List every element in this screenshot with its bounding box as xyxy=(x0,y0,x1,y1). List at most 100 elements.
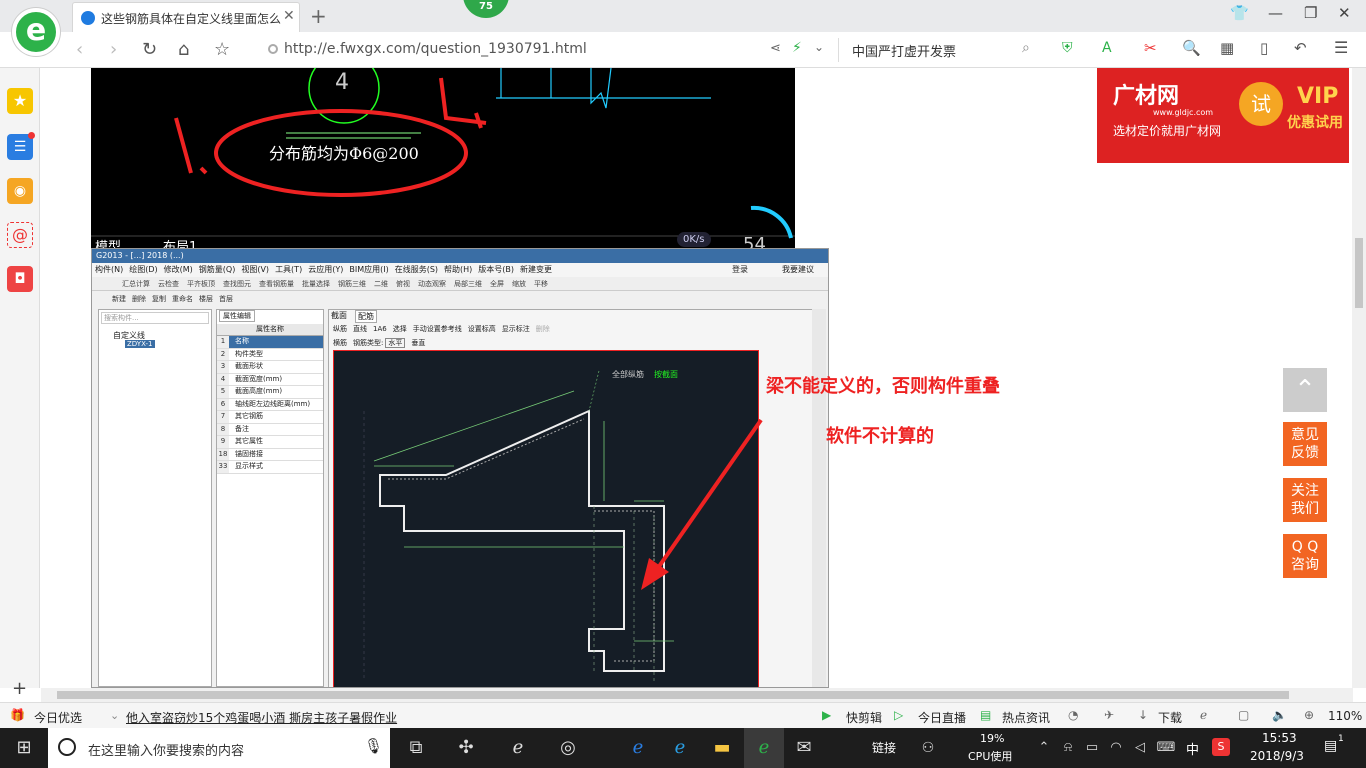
news-headline[interactable]: 他入室盗窃炒15个鸡蛋喝小酒 撕房主孩子暑假作业 xyxy=(126,709,397,726)
cad-tool[interactable]: 删除 xyxy=(536,325,550,333)
cad-menu-item[interactable]: 新建变更 xyxy=(520,265,552,274)
swirl-icon[interactable]: ◎ xyxy=(556,736,580,760)
speed-icon[interactable]: ◔ xyxy=(1068,708,1078,722)
translate-icon[interactable]: A xyxy=(1102,40,1112,56)
cad-prop-row[interactable]: 4 截面宽度(mm) xyxy=(217,373,323,386)
bell-icon[interactable]: ⍾ xyxy=(1056,736,1080,760)
scroll-thumb[interactable] xyxy=(1355,238,1363,308)
cad-tool[interactable]: 横筋 xyxy=(333,339,347,347)
close-tab-icon[interactable]: ✕ xyxy=(283,8,295,24)
chevron-down-icon[interactable]: ⌄ xyxy=(814,40,824,54)
cad-tool[interactable]: 查看钢筋量 xyxy=(259,280,294,288)
cad-tool[interactable]: 二维 xyxy=(374,280,388,288)
cad-menu-item[interactable]: 视图(V) xyxy=(241,265,269,274)
cad-menu-item[interactable]: 钢筋量(Q) xyxy=(199,265,236,274)
cad-menu-item[interactable]: 修改(M) xyxy=(164,265,193,274)
scroll-thumb[interactable] xyxy=(57,691,1289,699)
cad-prop-row[interactable]: 2 构件类型 xyxy=(217,348,323,361)
zoom-level[interactable]: 110% xyxy=(1328,709,1362,723)
cad-tool[interactable]: 纵筋 xyxy=(333,325,347,333)
email-icon[interactable]: @ xyxy=(7,222,33,248)
lightning-icon[interactable]: ⚡ xyxy=(792,40,802,56)
back-to-top-icon[interactable]: ⌃ xyxy=(1283,368,1327,412)
cad-menu-item[interactable]: 版本号(B) xyxy=(478,265,514,274)
zoom-icon[interactable]: ⊕ xyxy=(1304,708,1314,722)
ie-icon[interactable]: ℯ xyxy=(1200,708,1207,722)
cad-tool[interactable]: 重命名 xyxy=(172,295,193,303)
cad-prop-row[interactable]: 1 名称 xyxy=(217,336,323,349)
cad-tool[interactable]: 直线 xyxy=(353,325,367,333)
ad-banner[interactable]: 广材网 www.gldjc.com 选材定价就用广材网 试 VIP 优惠试用 xyxy=(1097,68,1349,163)
cad-prop-row[interactable]: 9 其它属性 xyxy=(217,436,323,449)
people-icon[interactable]: ⚇ xyxy=(916,736,940,760)
battery-icon[interactable]: ▭ xyxy=(1080,736,1104,760)
cad-tool[interactable]: 设置标高 xyxy=(468,325,496,333)
today-picks[interactable]: 今日优选 xyxy=(34,709,82,726)
search-input[interactable]: 中国严打虚开发票 ⌕ xyxy=(846,38,1042,62)
cad-tool[interactable]: 楼层 xyxy=(199,295,213,303)
shirt-icon[interactable]: 👕 xyxy=(1230,4,1249,22)
cad-tool[interactable]: 缩放 xyxy=(512,280,526,288)
cad-tool[interactable]: 查找图元 xyxy=(223,280,251,288)
search-icon[interactable]: ⌕ xyxy=(1022,40,1030,56)
browser-tab[interactable]: 这些钢筋具体在自定义线里面怎么 ✕ xyxy=(72,2,300,32)
model-tab[interactable]: 模型 xyxy=(95,236,121,248)
apps-icon[interactable]: ▦ xyxy=(1220,39,1234,57)
qq-button[interactable]: Q Q 咨询 xyxy=(1283,534,1327,578)
tablet-icon[interactable]: ▯ xyxy=(1260,39,1268,57)
cad-tool[interactable]: 汇总计算 xyxy=(122,280,150,288)
cad-tool[interactable]: 俯视 xyxy=(396,280,410,288)
cad-prop-row[interactable]: 6 轴线距左边线距离(mm) xyxy=(217,398,323,411)
cad-prop-row[interactable]: 3 截面形状 xyxy=(217,361,323,374)
live-icon[interactable]: ▷ xyxy=(894,708,903,722)
new-tab-button[interactable]: + xyxy=(310,4,327,28)
cad-prop-row[interactable]: 7 其它钢筋 xyxy=(217,411,323,424)
cad-tool[interactable]: 批量选择 xyxy=(302,280,330,288)
close-window-icon[interactable]: ✕ xyxy=(1338,4,1351,22)
cad-prop-row[interactable]: 33 显示样式 xyxy=(217,461,323,474)
weibo-icon[interactable]: ◉ xyxy=(7,178,33,204)
scissors-icon[interactable]: ✂ xyxy=(1144,39,1157,57)
speaker-icon[interactable]: ◁ xyxy=(1128,736,1152,760)
undo-icon[interactable]: ↶ xyxy=(1294,39,1307,57)
ime-indicator[interactable]: 中 xyxy=(1186,739,1199,758)
cad-tool[interactable]: 平移 xyxy=(534,280,548,288)
suggest-link[interactable]: 我要建议 xyxy=(782,263,814,277)
cad-tool[interactable]: 复制 xyxy=(152,295,166,303)
status-item[interactable]: 快剪辑 xyxy=(846,709,882,726)
cad-editor-tab-section[interactable]: 截面 xyxy=(331,310,347,321)
volume-icon[interactable]: 🔈 xyxy=(1272,708,1287,722)
keyboard-icon[interactable]: ⌨ xyxy=(1154,736,1178,760)
favorites-star-icon[interactable]: ★ xyxy=(7,88,33,114)
vertical-scrollbar[interactable] xyxy=(1352,68,1366,688)
clock-time[interactable]: 15:53 xyxy=(1262,731,1297,745)
game-icon[interactable]: ◘ xyxy=(7,266,33,292)
cad-tool[interactable]: 选择 xyxy=(393,325,407,333)
cad-tool[interactable]: 钢筋三维 xyxy=(338,280,366,288)
task-view-icon[interactable]: ⧉ xyxy=(404,736,428,760)
login-link[interactable]: 登录 xyxy=(732,263,748,277)
cad-search-input[interactable]: 搜索构件... xyxy=(101,312,209,324)
window-icon[interactable]: ▢ xyxy=(1238,708,1249,722)
minimize-icon[interactable]: — xyxy=(1268,4,1283,22)
cad-tree-item[interactable]: ZDYX-1 xyxy=(125,340,155,348)
cad-prop-row[interactable]: 5 截面高度(mm) xyxy=(217,386,323,399)
cad-tool[interactable]: 局部三维 xyxy=(454,280,482,288)
clock-date[interactable]: 2018/9/3 xyxy=(1250,749,1304,763)
fan-icon[interactable]: ✣ xyxy=(454,736,478,760)
sogou-icon[interactable]: S xyxy=(1212,738,1230,756)
cad-tool[interactable]: 手动设置参考线 xyxy=(413,325,462,333)
horizontal-scrollbar[interactable] xyxy=(41,688,1353,702)
download-icon[interactable]: ↓ xyxy=(1138,708,1148,722)
share-icon[interactable]: ⋖ xyxy=(770,41,781,56)
browser-e-icon[interactable]: ℯ xyxy=(506,736,530,760)
cad-prop-row[interactable]: 8 备注 xyxy=(217,423,323,436)
follow-us-button[interactable]: 关注 我们 xyxy=(1283,478,1327,522)
cad-tool[interactable]: 显示标注 xyxy=(502,325,530,333)
cad-menu-item[interactable]: 在线服务(S) xyxy=(395,265,438,274)
cad-menu-item[interactable]: 绘图(D) xyxy=(129,265,157,274)
home-icon[interactable]: ⌂ xyxy=(178,39,189,60)
status-item[interactable]: 热点资讯 xyxy=(1002,709,1050,726)
cad-tool[interactable]: 1A6 xyxy=(373,325,387,333)
action-center-icon[interactable]: ▤ xyxy=(1324,738,1337,754)
